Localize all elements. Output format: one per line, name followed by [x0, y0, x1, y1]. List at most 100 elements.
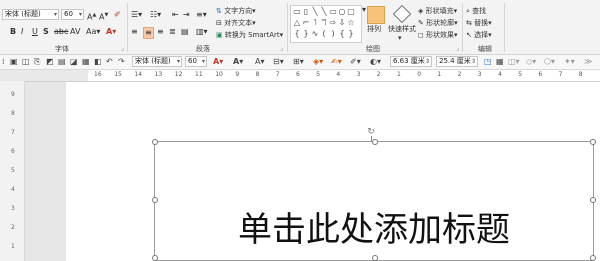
shrink-font-button[interactable]: A▼	[99, 10, 108, 23]
bullets-button[interactable]: ☰▾	[131, 10, 142, 20]
font-color-button[interactable]: A▾	[106, 27, 116, 37]
text-effects-icon[interactable]: A▾	[255, 57, 265, 67]
bold-button[interactable]: B	[10, 27, 16, 37]
toolbar-icon[interactable]: ≫	[584, 57, 592, 67]
brace-shape-icon[interactable]: {	[338, 30, 346, 38]
bracket-shape-icon[interactable]: )	[329, 30, 337, 38]
toolbar-icon[interactable]: ▣	[10, 57, 18, 67]
align-text-button[interactable]: ⊟ 对齐文本▾	[216, 19, 256, 28]
align-left-button[interactable]: ≡	[131, 27, 138, 37]
rotate-handle-icon[interactable]: ↻	[367, 128, 375, 137]
arrange-button[interactable]: 排列	[367, 25, 381, 34]
triangle-shape-icon[interactable]: △	[293, 19, 301, 27]
shape-width-field[interactable]: 6.63 厘米 ⇕	[390, 56, 432, 67]
align-center-button[interactable]: ≡	[143, 27, 154, 39]
resize-handle[interactable]	[372, 139, 378, 145]
select-button[interactable]: ↖ 选择▾	[466, 31, 492, 40]
underline-button[interactable]: U	[32, 27, 38, 37]
toolbar-icon[interactable]: ◩	[46, 57, 54, 67]
chevron-down-icon[interactable]: ▾	[54, 10, 57, 19]
toolbar-icon[interactable]: ⊞▾	[293, 57, 304, 67]
toolbar-icon[interactable]: ↷	[118, 57, 125, 67]
shape-effects-button[interactable]: ◻ 形状效果▾	[418, 31, 458, 40]
toolbar-icon[interactable]: ▤	[58, 57, 66, 67]
toolbar-icon[interactable]: ⬡▾	[544, 57, 555, 67]
shape-height-field[interactable]: 25.4 厘米 ⇕	[436, 56, 478, 67]
brace-shape-icon[interactable]: }	[302, 30, 310, 38]
font-size-combo[interactable]: 60 ▾	[61, 9, 84, 20]
toolbar-icon[interactable]: ▦	[496, 57, 504, 67]
toolbar-icon[interactable]: ▦	[82, 57, 90, 67]
italic-button[interactable]: I	[21, 27, 23, 37]
effects-icon[interactable]: ◐▾	[370, 57, 381, 67]
dialog-launcher-icon[interactable]: ⌟	[456, 45, 459, 52]
resize-handle[interactable]	[590, 197, 596, 203]
rounded-rect-icon[interactable]: ▢	[347, 8, 355, 16]
vertical-ruler[interactable]: 9 8 7 6 5 4 3 2 1	[0, 81, 25, 261]
dialog-launcher-icon[interactable]: ⌟	[121, 45, 124, 52]
shape-fill-button[interactable]: ◈ 形状填充▾	[418, 7, 457, 16]
smartart-button[interactable]: ▣ 转换为 SmartArt▾	[216, 31, 283, 40]
shadow-button[interactable]: S	[43, 27, 49, 37]
resize-handle[interactable]	[372, 255, 378, 261]
line-spacing-button[interactable]: ≡▾	[196, 10, 207, 20]
bracket-shape-icon[interactable]: (	[320, 30, 328, 38]
toolbar-font-name-combo[interactable]: 宋体 (标题) ▾	[132, 56, 182, 67]
shapes-gallery[interactable]: ▭ ▯ ╲ ╲ ▭ ○ ▢ △ ⌐ ˥ ℸ ⇨ ⇩ ☆ { } ∿ ( ) { …	[290, 5, 362, 43]
oval-shape-icon[interactable]: ○	[338, 8, 346, 16]
find-button[interactable]: ⌕ 查找	[466, 7, 486, 16]
justify-button[interactable]: ≣	[169, 27, 176, 37]
toolbar-icon[interactable]: ◳	[484, 57, 492, 67]
connector-shape-icon[interactable]: ˥	[311, 19, 319, 27]
toolbar-icon[interactable]: ✦▾	[564, 57, 575, 67]
shape-outline-button[interactable]: ✎ 形状轮廓▾	[418, 19, 458, 28]
resize-handle[interactable]	[152, 139, 158, 145]
toolbar-icon[interactable]: ◫▾	[508, 57, 520, 67]
dialog-launcher-icon[interactable]: ⌟	[280, 45, 283, 52]
toolbar-icon[interactable]: ◪	[70, 57, 78, 67]
toolbar-icon[interactable]: ⊟▾	[273, 57, 284, 67]
grow-font-button[interactable]: A▲	[87, 10, 96, 23]
fill-icon[interactable]: ◈▾	[313, 57, 323, 67]
bracket-shape-icon[interactable]: {	[293, 30, 301, 38]
highlight-icon[interactable]: A▾	[233, 57, 243, 67]
chevron-down-icon[interactable]: ▾	[202, 57, 205, 66]
outline-color-icon[interactable]: ✍▾	[331, 57, 342, 67]
change-case-button[interactable]: Aa▾	[86, 27, 100, 37]
toolbar-icon[interactable]: ◫	[22, 57, 30, 67]
textbox-shape-icon[interactable]: ▭	[293, 8, 301, 16]
strikethrough-button[interactable]: abc	[54, 27, 68, 37]
arrow-shape-icon[interactable]: ⇨	[329, 19, 337, 27]
toolbar-icon[interactable]: ⎘	[34, 57, 40, 67]
font-color-icon[interactable]: A▾	[213, 57, 223, 67]
connector-shape-icon[interactable]: ℸ	[320, 19, 328, 27]
decrease-indent-button[interactable]: ⇤	[172, 10, 179, 20]
text-direction-button[interactable]: ⇅ 文字方向▾	[216, 7, 256, 16]
connector-shape-icon[interactable]: ⌐	[302, 19, 310, 27]
toolbar-icon[interactable]: ↶	[106, 57, 113, 67]
slide-title[interactable]: 单击此处添加标题	[154, 208, 594, 252]
textbox-vertical-icon[interactable]: ▯	[302, 8, 310, 16]
star-shape-icon[interactable]: ☆	[347, 19, 355, 27]
resize-handle[interactable]	[590, 139, 596, 145]
line-shape-icon[interactable]: ╲	[311, 8, 319, 16]
replace-button[interactable]: ⇆ 替换▾	[466, 19, 492, 28]
numbering-button[interactable]: ☷▾	[150, 10, 161, 20]
distributed-button[interactable]: ▤	[181, 27, 189, 37]
spinner-icon[interactable]: ⇕	[471, 57, 476, 66]
toolbar-font-size-combo[interactable]: 60 ▾	[185, 56, 207, 67]
clear-format-icon[interactable]: ✐	[114, 10, 121, 20]
spinner-icon[interactable]: ⇕	[425, 57, 430, 66]
toolbar-icon[interactable]: ◧	[94, 57, 102, 67]
quick-styles-button[interactable]: 快速样式	[388, 25, 416, 34]
resize-handle[interactable]	[590, 255, 596, 261]
line-style-icon[interactable]: ✐▾	[350, 57, 361, 67]
columns-button[interactable]: ▥▾	[196, 27, 208, 37]
curve-shape-icon[interactable]: ∿	[311, 30, 319, 38]
chevron-down-icon[interactable]: ▾	[79, 10, 82, 19]
horizontal-ruler[interactable]: 16 15 14 13 12 11 10 9 8 7 6 5 4 3 2 1 0 1 2 3 4 5 6 7 8	[88, 70, 600, 82]
increase-indent-button[interactable]: ⇥	[183, 10, 190, 20]
align-right-button[interactable]: ≡	[157, 27, 164, 37]
toolbar-icon[interactable]: ◇▾	[526, 57, 536, 67]
line-shape-icon[interactable]: ╲	[320, 8, 328, 16]
